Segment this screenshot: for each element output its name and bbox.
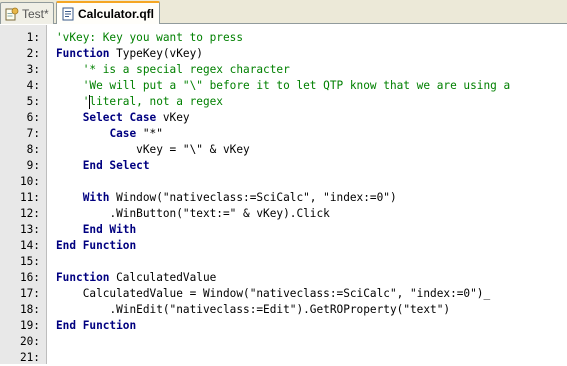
code-line[interactable]: 12: .WinButton("text:=" & vKey).Click <box>0 206 567 222</box>
code-text: 'vKey: Key you want to press <box>56 30 243 46</box>
code-line[interactable]: 18: .WinEdit("nativeclass:=Edit").GetROP… <box>0 302 567 318</box>
function-library-icon <box>61 7 75 21</box>
line-number: 9: <box>26 159 40 172</box>
code-line[interactable]: 14: End Function <box>0 238 567 254</box>
keyword-token: End Function <box>56 239 137 252</box>
code-token: vKey <box>156 111 190 124</box>
line-number: 17: <box>19 287 40 300</box>
keyword-token: Select Case <box>82 111 157 124</box>
keyword-token: With <box>82 191 110 204</box>
code-token: CalculatedValue = Window("nativeclass:=S… <box>82 287 491 300</box>
keyword-token: Case <box>109 127 137 140</box>
code-text: Case "*" <box>56 126 163 142</box>
line-number: 5: <box>26 95 40 108</box>
code-token: "*" <box>136 127 163 140</box>
line-number: 1: <box>26 31 40 44</box>
keyword-token: End Select <box>82 159 150 172</box>
code-line[interactable]: 13: End With <box>0 222 567 238</box>
line-number: 3: <box>26 63 40 76</box>
line-number: 8: <box>26 143 40 156</box>
comment-token: 'literal, not a regex <box>82 95 223 108</box>
code-text: CalculatedValue = Window("nativeclass:=S… <box>56 286 490 302</box>
line-number: 20: <box>19 335 40 348</box>
keyword-token: End Function <box>56 319 137 332</box>
tab-strip: Test* Calculator.qfl <box>0 0 567 24</box>
code-text: End With <box>56 222 136 238</box>
script-icon <box>5 7 19 21</box>
keyword-token: Function <box>56 47 110 60</box>
line-number: 11: <box>19 191 40 204</box>
comment-token: 'We will put a "\" before it to let QTP … <box>82 79 511 92</box>
line-number: 10: <box>19 175 40 188</box>
line-number: 14: <box>19 239 40 252</box>
code-line[interactable]: 17: CalculatedValue = Window("nativeclas… <box>0 286 567 302</box>
code-token: Window("nativeclass:=SciCalc", "index:=0… <box>109 191 397 204</box>
line-number: 13: <box>19 223 40 236</box>
text-caret <box>89 95 90 109</box>
code-line[interactable]: 16: Function CalculatedValue <box>0 270 567 286</box>
code-line[interactable]: 6: Select Case vKey <box>0 110 567 126</box>
keyword-token: End With <box>82 223 137 236</box>
code-line[interactable]: 2: Function TypeKey(vKey) <box>0 46 567 62</box>
code-text: .WinButton("text:=" & vKey).Click <box>56 206 330 222</box>
tab-label: Calculator.qfl <box>78 6 155 21</box>
code-line[interactable]: 3: '* is a special regex character <box>0 62 567 78</box>
code-text: Function CalculatedValue <box>56 270 216 286</box>
code-text: 'literal, not a regex <box>56 94 223 110</box>
line-number: 12: <box>19 207 40 220</box>
code-editor[interactable]: 1: 'vKey: Key you want to press 2: Function… <box>0 25 567 364</box>
code-line[interactable]: 11: With Window("nativeclass:=SciCalc", … <box>0 190 567 206</box>
line-number: 16: <box>19 271 40 284</box>
tab-label: Test* <box>22 6 49 21</box>
code-line[interactable]: 19: End Function <box>0 318 567 334</box>
code-token: vKey = "\" & vKey <box>136 143 250 156</box>
code-text: 'We will put a "\" before it to let QTP … <box>56 78 510 94</box>
code-line[interactable]: 1: 'vKey: Key you want to press <box>0 30 567 46</box>
code-line[interactable]: 20: <box>0 334 567 350</box>
line-number: 4: <box>26 79 40 92</box>
code-token: TypeKey(vKey) <box>109 47 203 60</box>
code-text: With Window("nativeclass:=SciCalc", "ind… <box>56 190 397 206</box>
line-number: 19: <box>19 319 40 332</box>
code-text: .WinEdit("nativeclass:=Edit").GetROPrope… <box>56 302 450 318</box>
code-text: End Function <box>56 318 136 334</box>
keyword-token: Function <box>56 271 110 284</box>
code-text: End Select <box>56 158 150 174</box>
line-number: 6: <box>26 111 40 124</box>
code-text: '* is a special regex character <box>56 62 290 78</box>
code-token: .WinButton("text:=" & vKey).Click <box>109 207 330 220</box>
line-number: 15: <box>19 255 40 268</box>
line-number: 2: <box>26 47 40 60</box>
comment-token: '* is a special regex character <box>82 63 290 76</box>
code-token: CalculatedValue <box>109 271 217 284</box>
code-line[interactable]: 5: 'literal, not a regex <box>0 94 567 110</box>
comment-token: 'vKey: Key you want to press <box>56 31 244 44</box>
code-line[interactable]: 10: <box>0 174 567 190</box>
line-number: 7: <box>26 127 40 140</box>
code-text: vKey = "\" & vKey <box>56 142 250 158</box>
tab-calculator-qfl[interactable]: Calculator.qfl <box>56 1 160 24</box>
code-text: Function TypeKey(vKey) <box>56 46 203 62</box>
code-token: .WinEdit("nativeclass:=Edit").GetROPrope… <box>109 303 451 316</box>
tab-test[interactable]: Test* <box>0 2 54 24</box>
code-line[interactable]: 7: Case "*" <box>0 126 567 142</box>
code-line[interactable]: 4: 'We will put a "\" before it to let Q… <box>0 78 567 94</box>
line-number: 18: <box>19 303 40 316</box>
code-line[interactable]: 9: End Select <box>0 158 567 174</box>
code-line[interactable]: 15: <box>0 254 567 270</box>
code-line[interactable]: 8: vKey = "\" & vKey <box>0 142 567 158</box>
code-text: Select Case vKey <box>56 110 190 126</box>
code-text: End Function <box>56 238 136 254</box>
